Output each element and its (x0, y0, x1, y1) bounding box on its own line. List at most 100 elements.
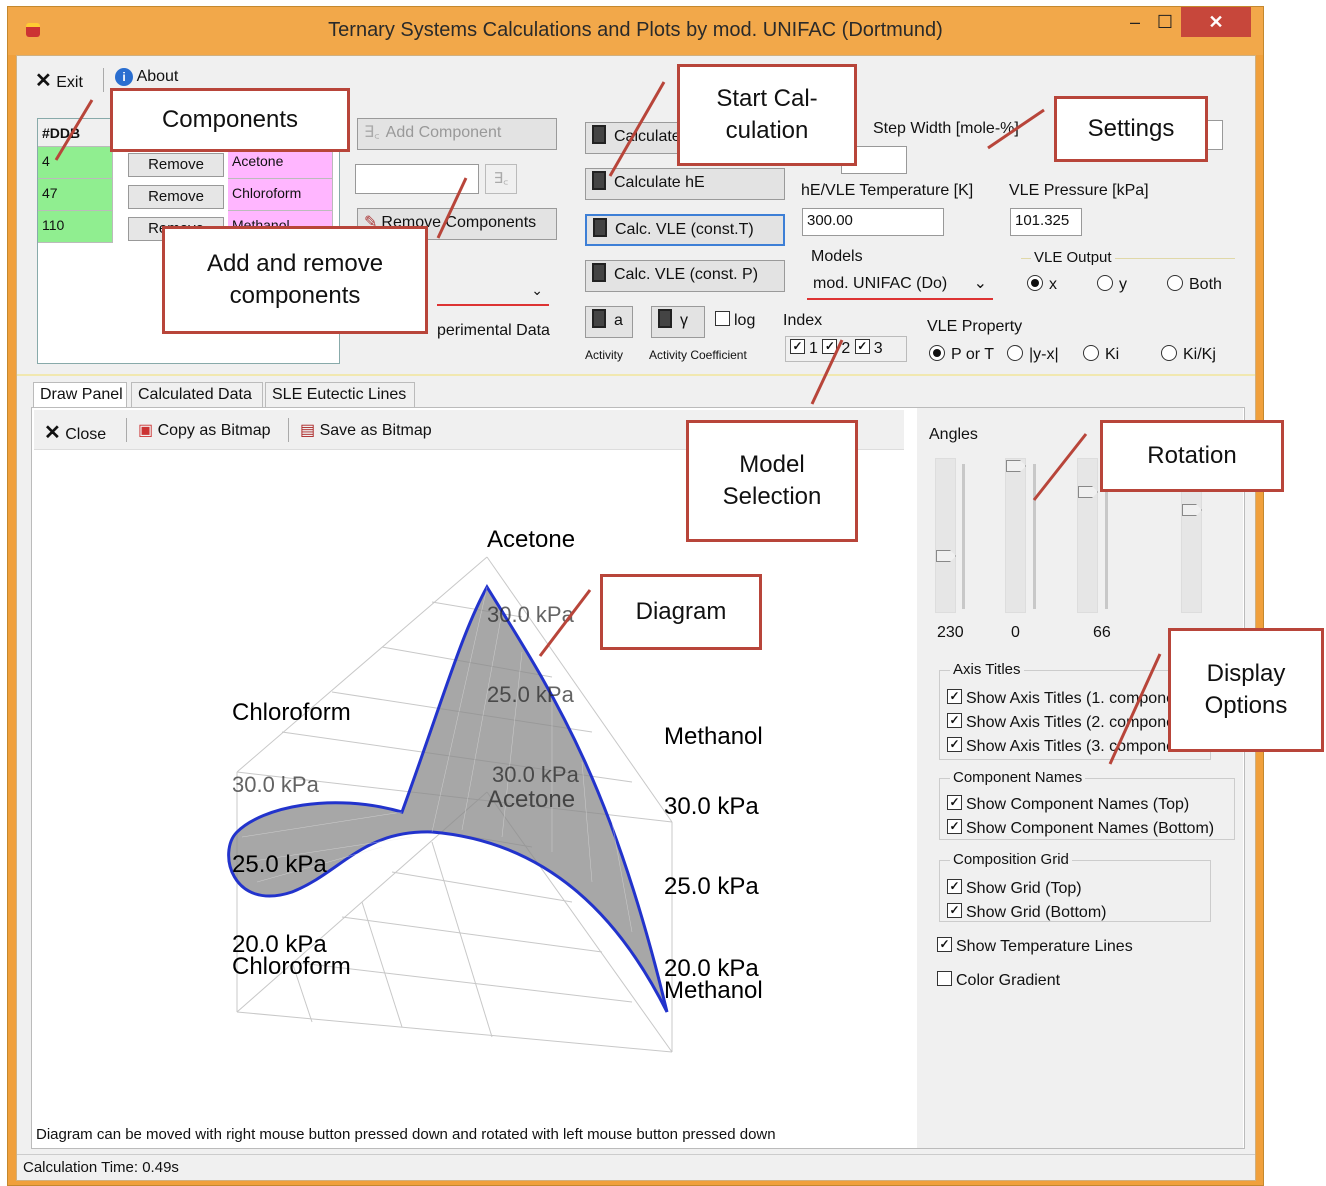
info-icon: i (115, 68, 133, 86)
component-names-bottom-checkbox[interactable]: ✓ Show Component Names (Bottom) (947, 819, 1214, 838)
checkbox-icon[interactable]: ✓ (790, 339, 805, 355)
activity-button[interactable]: a (585, 306, 633, 338)
calculate-he-button[interactable]: Calculate hE (585, 168, 785, 200)
activity-coefficient-button[interactable]: γ (651, 306, 705, 338)
grid-top-checkbox[interactable]: ✓ Show Grid (Top) (947, 879, 1082, 898)
maximize-button[interactable]: ☐ (1151, 7, 1179, 37)
callout-rotation: Rotation (1100, 420, 1284, 492)
grid-top-label: Show Grid (Top) (966, 880, 1082, 897)
divider (17, 374, 1255, 376)
calc-vle-t-button[interactable]: Calc. VLE (const.T) (585, 214, 785, 246)
grid-header-ddb: #DDB (38, 119, 113, 147)
ternary-diagram[interactable]: Acetone Chloroform Methanol Acetone Chlo… (32, 452, 912, 1122)
checkbox-icon: ✓ (937, 937, 952, 953)
tab-draw-panel[interactable]: Draw Panel (33, 382, 127, 408)
temperature-lines-checkbox[interactable]: ✓ Show Temperature Lines (937, 937, 1133, 956)
grid-bottom-checkbox[interactable]: ✓ Show Grid (Bottom) (947, 903, 1107, 922)
radio-icon (1007, 344, 1023, 361)
vle-property-ki-radio[interactable]: Ki (1083, 344, 1119, 364)
radio-icon (1097, 274, 1113, 291)
callout-start-calculation: Start Cal- culation (677, 64, 857, 166)
grid-line (361, 901, 403, 1028)
vle-property-label: VLE Property (927, 318, 1023, 335)
axis-title-label-3: Show Axis Titles (3. componer (966, 738, 1181, 755)
checkbox-icon[interactable]: ✓ (822, 339, 838, 355)
save-bitmap-button[interactable]: ▤ Save as Bitmap (300, 420, 432, 440)
vle-property-port-label: P or T (951, 346, 994, 363)
vle-property-port-radio[interactable]: P or T (929, 344, 994, 364)
he-temperature-label: hE/VLE Temperature [K] (801, 182, 974, 199)
chevron-down-icon: ⌄ (973, 275, 987, 292)
draw-panel: ✕ Close ▣ Copy as Bitmap ▤ Save as Bitma… (31, 407, 1245, 1149)
tab-calculated-data[interactable]: Calculated Data (131, 382, 263, 408)
radio-icon (1167, 274, 1183, 291)
radio-icon (929, 344, 945, 361)
component-names-top-checkbox[interactable]: ✓ Show Component Names (Top) (947, 795, 1189, 814)
tab-sle-eutectic-lines[interactable]: SLE Eutectic Lines (265, 382, 415, 408)
vle-output-both-radio[interactable]: Both (1167, 274, 1222, 294)
callout-diagram: Diagram (600, 574, 762, 650)
data-source-dropdown[interactable]: ⌄ (437, 280, 549, 306)
vle-output-both-label: Both (1189, 276, 1222, 293)
vle-output-x-radio[interactable]: x (1027, 274, 1057, 294)
ddb-cell[interactable]: 47 (38, 179, 113, 211)
vle-output-label: VLE Output (1031, 249, 1115, 266)
checkbox-icon[interactable]: ✓ (854, 339, 870, 355)
models-label: Models (811, 248, 863, 265)
checkbox-icon: ✓ (947, 689, 962, 705)
model-select[interactable]: mod. UNIFAC (Do) ⌄ (807, 270, 993, 300)
angle-slider-3[interactable] (1077, 458, 1098, 613)
about-button[interactable]: i About (115, 68, 178, 86)
log-label: log (734, 312, 756, 329)
angle-value-3: 66 (1093, 624, 1111, 641)
toolbar-separator (288, 418, 289, 442)
radio-icon (1161, 344, 1177, 361)
activity-coefficient-button-label: γ (680, 312, 688, 329)
component-name-cell[interactable]: Chloroform (228, 179, 333, 211)
minimize-button[interactable]: – (1121, 7, 1149, 37)
copy-bitmap-label: Copy as Bitmap (157, 422, 271, 439)
vle-output-y-label: y (1119, 276, 1127, 293)
title-bar[interactable]: Ternary Systems Calculations and Plots b… (8, 7, 1263, 55)
copy-icon: ▣ (138, 422, 154, 439)
close-diagram-label: Close (65, 426, 107, 443)
add-component-button[interactable]: ∃꜀ Add Component (357, 118, 557, 150)
calculator-icon (658, 309, 672, 329)
vle-property-kikj-radio[interactable]: Ki/Kj (1161, 344, 1216, 364)
remove-button[interactable]: Remove (128, 153, 224, 177)
grid-bottom-label: Show Grid (Bottom) (966, 904, 1107, 921)
log-checkbox[interactable]: log (715, 311, 756, 330)
vle-pressure-input[interactable]: 101.325 (1010, 208, 1082, 236)
save-bitmap-label: Save as Bitmap (319, 422, 432, 439)
axis-title-checkbox-1[interactable]: ✓ Show Axis Titles (1. componer (947, 689, 1180, 708)
callout-settings: Settings (1054, 96, 1208, 162)
calc-vle-p-button[interactable]: Calc. VLE (const. P) (585, 260, 785, 292)
axis-title-checkbox-2[interactable]: ✓ Show Axis Titles (2. componer (947, 713, 1180, 732)
he-temperature-input[interactable]: 300.00 (802, 208, 944, 236)
index-selector[interactable]: ✓ 1 ✓ 2 ✓ 3 (785, 336, 907, 362)
grid-line (236, 1011, 673, 1053)
temperature-lines-label: Show Temperature Lines (956, 938, 1133, 955)
activity-button-label: a (614, 312, 623, 329)
exit-button[interactable]: ✕ Exit (35, 68, 83, 93)
vle-output-y-radio[interactable]: y (1097, 274, 1127, 294)
grid-line (391, 871, 573, 903)
save-icon: ▤ (300, 422, 316, 439)
axis-title-checkbox-3[interactable]: ✓ Show Axis Titles (3. componer (947, 737, 1181, 756)
close-diagram-button[interactable]: ✕ Close (44, 420, 106, 445)
close-window-button[interactable]: ✕ (1181, 7, 1251, 37)
remove-button[interactable]: Remove (128, 185, 224, 209)
ddb-cell[interactable]: 4 (38, 147, 113, 179)
vle-property-diff-radio[interactable]: |y-x| (1007, 344, 1059, 364)
color-gradient-label: Color Gradient (956, 972, 1061, 989)
search-component-icon[interactable]: ∃꜀ (485, 164, 517, 194)
angle-slider-2[interactable] (1005, 458, 1026, 613)
calculate-he-label: Calculate hE (614, 174, 705, 191)
component-search-input[interactable] (355, 164, 479, 194)
color-gradient-checkbox[interactable]: Color Gradient (937, 971, 1061, 990)
close-x-icon: ✕ (35, 70, 52, 92)
ddb-cell[interactable]: 110 (38, 211, 113, 243)
angle-slider-1[interactable] (935, 458, 956, 613)
angle-value-2: 0 (1011, 624, 1020, 641)
copy-bitmap-button[interactable]: ▣ Copy as Bitmap (138, 420, 271, 440)
